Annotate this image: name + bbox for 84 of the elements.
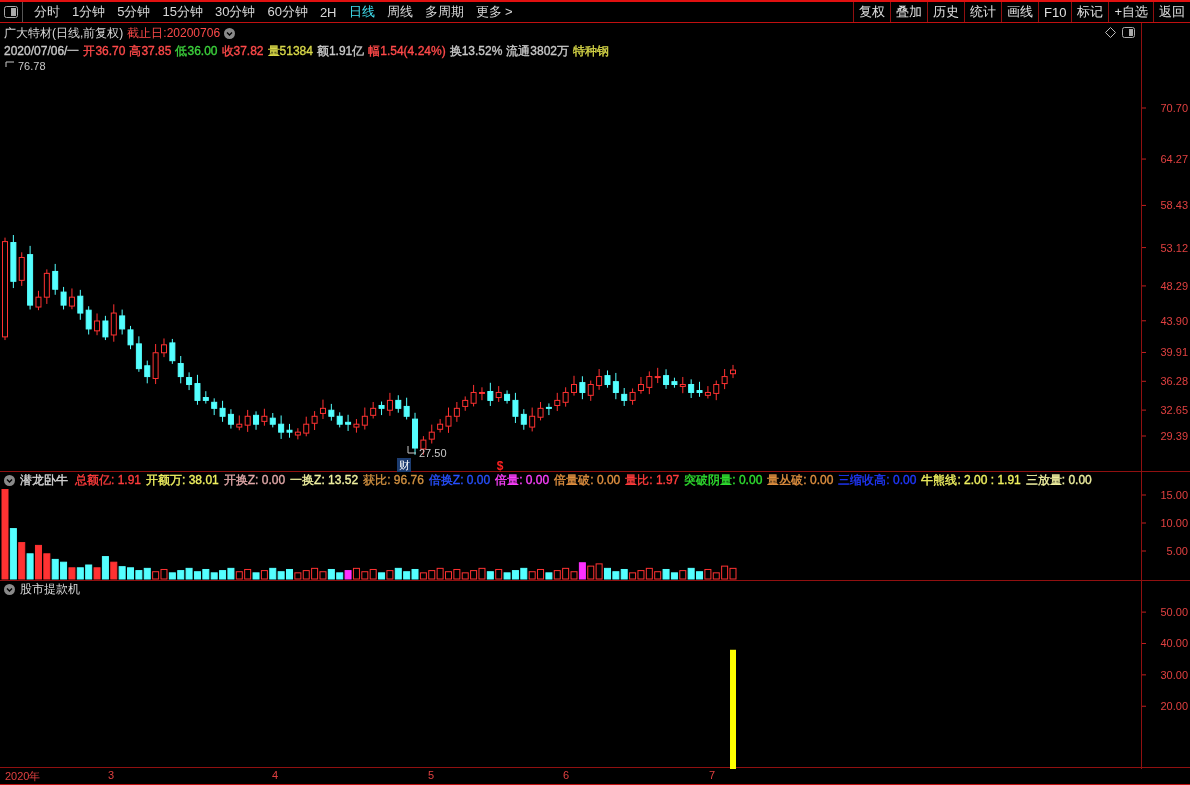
quote-field: 量51384 [267, 43, 313, 60]
time-axis-label: 5 [428, 769, 435, 781]
axis-label: 30.00 [1160, 668, 1188, 681]
min-price-label: 27.50 [419, 447, 447, 459]
axis-label: 58.43 [1160, 199, 1188, 212]
collapse-icon[interactable] [4, 475, 15, 486]
period-tab[interactable]: 1分钟 [66, 3, 112, 21]
max-leader-line [5, 61, 15, 68]
period-tab[interactable]: 15分钟 [156, 3, 209, 21]
quote-field: 收37.82 [221, 43, 264, 60]
axis-label: 15.00 [1160, 489, 1188, 501]
time-axis-label: 2020年 [5, 769, 41, 784]
quote-field: 特种钢 [573, 43, 610, 60]
quote-field: 换13.52% [449, 43, 503, 60]
period-tab[interactable]: 2H [313, 4, 343, 20]
axis-label: 40.00 [1160, 637, 1188, 650]
indicator-value: 量丛破: 0.00 [767, 472, 834, 489]
period-tab[interactable]: 分时 [28, 3, 66, 21]
toolbar-button[interactable]: 叠加 [890, 2, 927, 22]
quote-field: 幅1.54(4.24%) [368, 43, 446, 60]
time-axis-label: 3 [108, 769, 115, 781]
toolbar-button[interactable]: 标记 [1071, 2, 1109, 22]
axis-label: 43.90 [1160, 314, 1188, 327]
period-tab[interactable]: 更多 > [469, 3, 519, 21]
indicator-title: 潜龙卧牛 [20, 472, 68, 489]
max-price-label: 76.78 [18, 60, 46, 72]
toolbar-button[interactable]: F10 [1038, 2, 1072, 22]
indicator-title: 股市提款机 [20, 581, 80, 598]
axis-label: 48.29 [1160, 279, 1188, 292]
axis-label: 29.39 [1160, 430, 1188, 442]
period-tab[interactable]: 日线 [342, 3, 381, 21]
quote-field: 额1.91亿 [316, 43, 365, 60]
indicator-value: 牛熊线: 2.00 : 1.91 [921, 472, 1021, 489]
toolbar-button[interactable]: 画线 [1001, 2, 1038, 22]
end-date: 截止日:20200706 [127, 25, 221, 42]
axis-label: 10.00 [1160, 517, 1188, 529]
indicator-value: 三放量: 0.00 [1025, 472, 1092, 489]
indicator-value: 倍量: 0.00 [495, 472, 550, 489]
collapse-icon[interactable] [224, 28, 236, 39]
period-tab[interactable]: 60分钟 [261, 3, 314, 21]
quote-field: 高37.85 [129, 43, 172, 60]
indicator-value: 获比: 96.76 [363, 472, 424, 489]
axis-label: 50.00 [1160, 606, 1188, 619]
stock-title: 广大特材(日线,前复权) [4, 25, 124, 42]
indicator-value: 三缩收高: 0.00 [838, 472, 917, 489]
indicator-value: 开换Z: 0.00 [223, 472, 286, 489]
quote-field: 2020/07/06/一 [4, 43, 80, 60]
period-tab[interactable]: 多周期 [418, 3, 470, 21]
period-tab[interactable]: 30分钟 [208, 3, 262, 21]
min-leader-line [407, 445, 417, 454]
quote-field: 开36.70 [83, 43, 126, 60]
panel-toggle-icon[interactable] [4, 6, 18, 18]
time-axis-label: 6 [563, 769, 570, 781]
finance-marker[interactable]: 财 [397, 458, 411, 472]
toolbar-button[interactable]: 返回 [1153, 2, 1190, 22]
dividend-marker[interactable]: $ [496, 459, 504, 472]
toolbar-button[interactable]: 历史 [927, 2, 964, 22]
period-tab[interactable]: 周线 [380, 3, 419, 21]
indicator-value: 一换Z: 13.52 [290, 472, 359, 489]
time-axis-label: 4 [272, 769, 279, 781]
toolbar-button[interactable]: 统计 [964, 2, 1001, 22]
axis-label: 39.91 [1160, 346, 1188, 359]
indicator-value: 总额亿: 1.91 [75, 472, 142, 489]
axis-label: 53.12 [1160, 241, 1188, 254]
axis-label: 32.65 [1160, 404, 1188, 417]
indicator-value: 量比: 1.97 [625, 472, 680, 489]
axis-label: 64.27 [1160, 153, 1188, 166]
axis-label: 70.70 [1160, 102, 1188, 114]
time-axis-label: 7 [709, 769, 716, 781]
axis-label: 20.00 [1160, 700, 1188, 713]
collapse-icon[interactable] [4, 584, 15, 595]
axis-label: 5.00 [1166, 545, 1188, 557]
indicator-value: 倍量破: 0.00 [554, 472, 621, 489]
toolbar-button[interactable]: 复权 [853, 2, 890, 22]
axis-label: 36.28 [1160, 375, 1188, 388]
panel-toggle-icon[interactable] [1122, 27, 1135, 38]
period-tab[interactable]: 5分钟 [111, 3, 157, 21]
indicator-value: 倍换Z: 0.00 [428, 472, 491, 489]
quote-field: 流通3802万 [506, 43, 570, 60]
quote-field: 低36.00 [175, 43, 218, 60]
indicator-value: 突破阴量: 0.00 [684, 472, 763, 489]
diamond-icon[interactable] [1105, 27, 1116, 38]
indicator-value: 开额万: 38.01 [146, 472, 219, 489]
toolbar-button[interactable]: +自选 [1108, 2, 1153, 22]
